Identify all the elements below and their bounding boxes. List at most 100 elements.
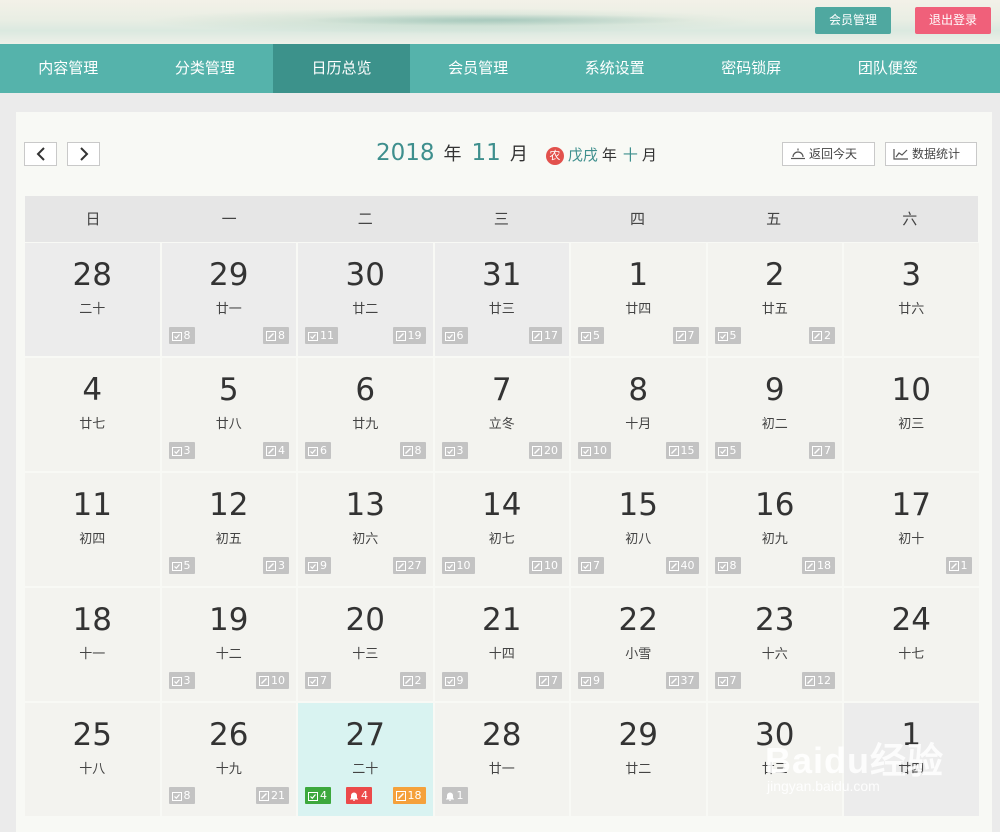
- completed-badge[interactable]: 9: [441, 672, 468, 689]
- completed-badge[interactable]: 10: [578, 442, 611, 459]
- calendar-day-cell[interactable]: 31 廿三 6 17: [434, 243, 569, 356]
- reminder-badge[interactable]: 4: [346, 787, 372, 804]
- completed-badge[interactable]: 10: [441, 557, 475, 574]
- calendar-day-cell[interactable]: 18 十一: [25, 588, 160, 701]
- notes-badge[interactable]: 7: [809, 442, 835, 459]
- completed-badge[interactable]: 7: [578, 557, 604, 574]
- calendar-day-cell[interactable]: 13 初六 9 27: [298, 473, 433, 586]
- calendar-day-cell[interactable]: 15 初八 7 40: [571, 473, 706, 586]
- notes-badge[interactable]: 7: [536, 672, 562, 689]
- calendar-day-cell[interactable]: 28 廿一 1: [434, 703, 569, 816]
- calendar-day-cell[interactable]: 19 十二 3 10: [161, 588, 296, 701]
- notes-badge-count: 37: [680, 674, 695, 687]
- data-statistics-button[interactable]: 数据统计: [885, 142, 977, 166]
- completed-badge[interactable]: 8: [168, 327, 195, 344]
- calendar-day-cell[interactable]: 10 初三: [844, 358, 979, 471]
- calendar-day-cell[interactable]: 28 二十: [25, 243, 160, 356]
- calendar-day-cell[interactable]: 2 廿五 5 2: [707, 243, 842, 356]
- calendar-day-cell[interactable]: 29 廿一 8 8: [161, 243, 296, 356]
- notes-badge[interactable]: 10: [529, 557, 562, 574]
- calendar-day-cell[interactable]: 1 廿四: [844, 703, 979, 816]
- calendar-day-cell[interactable]: 17 初十 1: [844, 473, 979, 586]
- calendar-day-cell[interactable]: 20 十三 7 2: [298, 588, 433, 701]
- calendar-day-cell[interactable]: 30 廿二 11 19: [298, 243, 433, 356]
- notes-badge[interactable]: 7: [672, 327, 699, 344]
- calendar-day-cell[interactable]: 24 十七: [844, 588, 979, 701]
- nav-item-team-notes[interactable]: 团队便签: [820, 44, 957, 93]
- calendar-day-cell[interactable]: 23 十六 7 12: [707, 588, 842, 701]
- calendar-day-cell[interactable]: 16 初九 8 18: [707, 473, 842, 586]
- calendar-day-cell[interactable]: 26 十九 8 21: [161, 703, 296, 816]
- notes-badge[interactable]: 40: [665, 557, 699, 574]
- completed-badge[interactable]: 5: [714, 442, 741, 459]
- calendar-day-cell[interactable]: 11 初四: [25, 473, 160, 586]
- calendar-day-cell[interactable]: 12 初五 5 3: [161, 473, 296, 586]
- completed-badge[interactable]: 7: [305, 672, 331, 689]
- member-management-button[interactable]: 会员管理: [815, 7, 891, 34]
- notes-badge[interactable]: 21: [256, 787, 289, 804]
- notes-badge[interactable]: 2: [809, 327, 835, 344]
- calendar-day-cell[interactable]: 25 十八: [25, 703, 160, 816]
- calendar-day-cell[interactable]: 7 立冬 3 20: [434, 358, 569, 471]
- reminder-badge[interactable]: 1: [441, 787, 468, 804]
- completed-badge[interactable]: 8: [168, 787, 195, 804]
- completed-badge[interactable]: 8: [714, 557, 741, 574]
- completed-badge[interactable]: 3: [168, 672, 195, 689]
- completed-badge[interactable]: 3: [168, 442, 195, 459]
- calendar-day-cell[interactable]: 27 二十 4 4 18: [298, 703, 433, 816]
- calendar-day-cell[interactable]: 6 廿九 6 8: [298, 358, 433, 471]
- calendar-day-cell[interactable]: 14 初七 10 10: [434, 473, 569, 586]
- calendar-day-cell[interactable]: 5 廿八 3 4: [161, 358, 296, 471]
- notes-badge[interactable]: 12: [802, 672, 835, 689]
- back-to-today-button[interactable]: 返回今天: [782, 142, 875, 166]
- notes-badge[interactable]: 1: [945, 557, 972, 574]
- calendar-day-cell[interactable]: 21 十四 9 7: [434, 588, 569, 701]
- prev-month-button[interactable]: [24, 142, 57, 166]
- day-number: 24: [891, 602, 931, 638]
- completed-badge[interactable]: 6: [441, 327, 468, 344]
- notes-badge[interactable]: 18: [802, 557, 835, 574]
- nav-item-content[interactable]: 内容管理: [0, 44, 137, 93]
- completed-badge[interactable]: 7: [714, 672, 741, 689]
- completed-badge[interactable]: 5: [714, 327, 741, 344]
- completed-badge[interactable]: 5: [578, 327, 604, 344]
- nav-item-settings[interactable]: 系统设置: [546, 44, 683, 93]
- calendar-day-cell[interactable]: 4 廿七: [25, 358, 160, 471]
- day-number: 28: [482, 717, 522, 753]
- notes-badge[interactable]: 15: [665, 442, 699, 459]
- notes-badge[interactable]: 3: [263, 557, 289, 574]
- calendar-day-cell[interactable]: 1 廿四 5 7: [571, 243, 706, 356]
- notes-badge[interactable]: 8: [263, 327, 289, 344]
- notes-badge[interactable]: 2: [399, 672, 426, 689]
- calendar-day-cell[interactable]: 9 初二 5 7: [707, 358, 842, 471]
- notes-badge[interactable]: 19: [392, 327, 426, 344]
- nav-item-lock-screen[interactable]: 密码锁屏: [683, 44, 820, 93]
- edit-note-icon: [259, 790, 269, 801]
- next-month-button[interactable]: [67, 142, 100, 166]
- calendar-day-cell[interactable]: 22 小雪 9 37: [571, 588, 706, 701]
- notes-badge[interactable]: 10: [256, 672, 289, 689]
- logout-button[interactable]: 退出登录: [915, 7, 991, 34]
- notes-badge[interactable]: 20: [529, 442, 562, 459]
- completed-badge[interactable]: 9: [578, 672, 604, 689]
- nav-item-calendar[interactable]: 日历总览: [273, 44, 410, 93]
- notes-badge[interactable]: 18: [392, 787, 426, 804]
- completed-badge[interactable]: 11: [305, 327, 338, 344]
- calendar-day-cell[interactable]: 29 廿二: [571, 703, 706, 816]
- completed-badge[interactable]: 9: [305, 557, 331, 574]
- nav-item-member[interactable]: 会员管理: [410, 44, 547, 93]
- notes-badge[interactable]: 4: [263, 442, 289, 459]
- notes-badge[interactable]: 8: [399, 442, 426, 459]
- calendar-day-cell[interactable]: 3 廿六: [844, 243, 979, 356]
- notes-badge[interactable]: 27: [392, 557, 426, 574]
- nav-item-category[interactable]: 分类管理: [137, 44, 274, 93]
- completed-badge[interactable]: 4: [305, 787, 331, 804]
- calendar-day-cell[interactable]: 8 十月 10 15: [571, 358, 706, 471]
- lunar-date: 初七: [488, 532, 515, 547]
- calendar-day-cell[interactable]: 30 廿三: [707, 703, 842, 816]
- notes-badge[interactable]: 17: [529, 327, 562, 344]
- completed-badge[interactable]: 3: [441, 442, 468, 459]
- completed-badge[interactable]: 5: [168, 557, 195, 574]
- notes-badge[interactable]: 37: [665, 672, 699, 689]
- completed-badge[interactable]: 6: [305, 442, 331, 459]
